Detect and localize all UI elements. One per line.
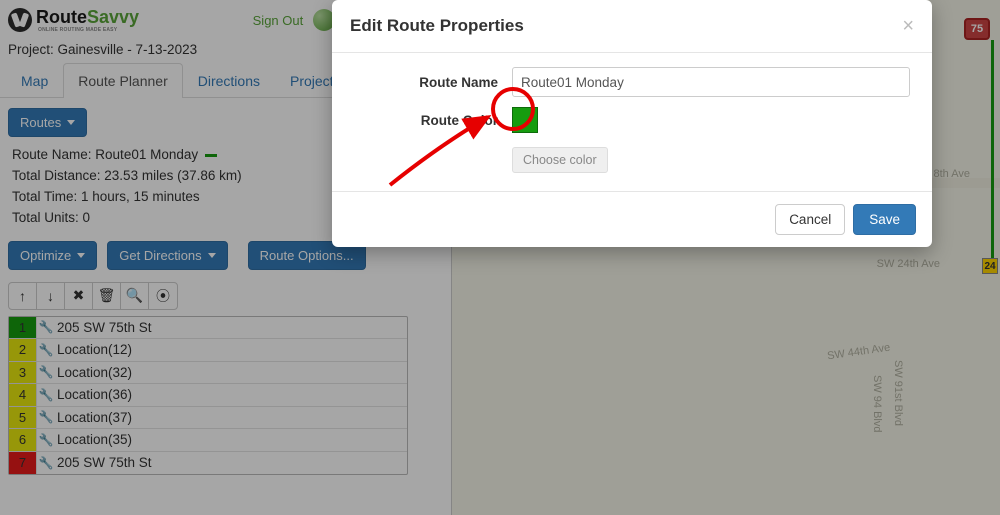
edit-route-modal: Edit Route Properties × Route Name Route… — [332, 0, 932, 247]
modal-header: Edit Route Properties × — [332, 0, 932, 53]
route-color-swatch[interactable] — [512, 107, 538, 133]
app-root: RouteSavvy ONLINE ROUTING MADE EASY Sign… — [0, 0, 1000, 515]
modal-footer: Cancel Save — [332, 191, 932, 247]
route-color-field-label: Route Color — [354, 113, 512, 128]
save-button[interactable]: Save — [853, 204, 916, 235]
modal-body: Route Name Route Color Choose color — [332, 53, 932, 191]
modal-title: Edit Route Properties — [350, 16, 902, 36]
cancel-button[interactable]: Cancel — [775, 204, 845, 235]
route-name-field-label: Route Name — [354, 75, 512, 90]
route-name-input[interactable] — [512, 67, 910, 97]
choose-color-button[interactable]: Choose color — [512, 147, 608, 173]
close-icon[interactable]: × — [902, 16, 914, 36]
